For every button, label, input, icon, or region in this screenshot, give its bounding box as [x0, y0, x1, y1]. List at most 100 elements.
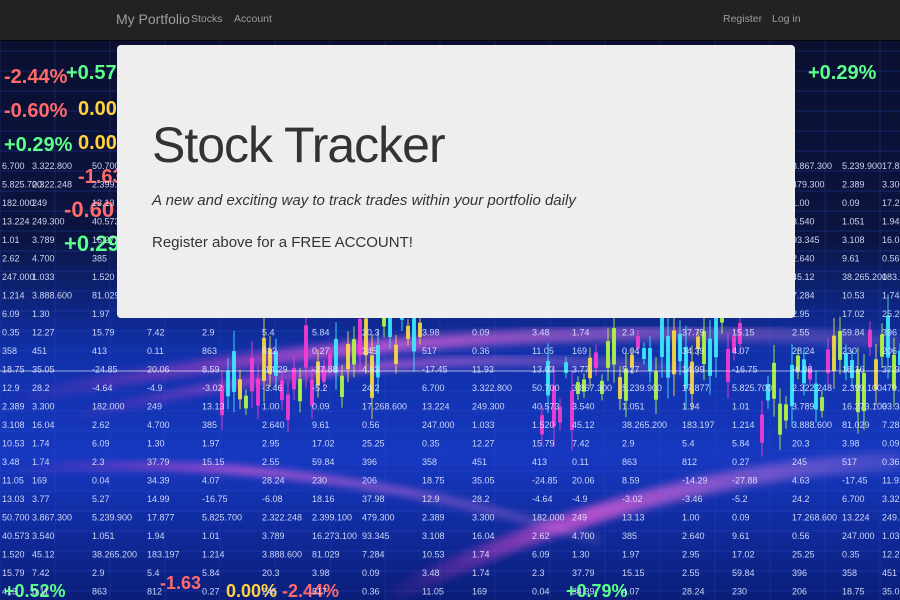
svg-text:14.99: 14.99 — [147, 494, 170, 504]
svg-text:183.197: 183.197 — [682, 420, 715, 430]
svg-text:7.284: 7.284 — [792, 291, 815, 301]
svg-text:249: 249 — [147, 402, 162, 412]
svg-text:1.94: 1.94 — [147, 531, 165, 541]
svg-text:2.3: 2.3 — [532, 568, 545, 578]
svg-text:0.04: 0.04 — [532, 587, 550, 597]
svg-text:17.877: 17.877 — [682, 383, 710, 393]
svg-text:2.55: 2.55 — [792, 328, 810, 338]
svg-text:0.36: 0.36 — [882, 457, 900, 467]
svg-text:7.42: 7.42 — [147, 328, 165, 338]
svg-text:11.05: 11.05 — [422, 587, 444, 597]
svg-text:24.2: 24.2 — [362, 383, 380, 393]
svg-text:2.322.248: 2.322.248 — [792, 383, 832, 393]
svg-text:0.09: 0.09 — [472, 328, 490, 338]
svg-text:249.300: 249.300 — [472, 402, 505, 412]
svg-text:2.3: 2.3 — [622, 328, 635, 338]
svg-text:413: 413 — [532, 457, 547, 467]
svg-text:-16.75: -16.75 — [202, 494, 228, 504]
svg-text:16.04: 16.04 — [32, 420, 55, 430]
svg-text:16.04: 16.04 — [882, 235, 900, 245]
svg-text:-24.85: -24.85 — [92, 365, 118, 375]
svg-text:1.74: 1.74 — [472, 550, 490, 560]
svg-text:93.345: 93.345 — [882, 402, 900, 412]
svg-text:-3.46: -3.46 — [262, 383, 283, 393]
svg-text:249: 249 — [32, 198, 47, 208]
svg-text:3.48: 3.48 — [532, 328, 550, 338]
svg-text:2.399.100: 2.399.100 — [312, 513, 352, 523]
page-title: Stock Tracker — [152, 117, 446, 173]
svg-text:3.108: 3.108 — [842, 235, 865, 245]
svg-text:81.029: 81.029 — [842, 420, 870, 430]
svg-text:385: 385 — [622, 531, 637, 541]
svg-text:5.84: 5.84 — [732, 439, 750, 449]
svg-text:12.27: 12.27 — [472, 439, 495, 449]
svg-text:1.74: 1.74 — [882, 291, 900, 301]
svg-text:3.108: 3.108 — [422, 531, 445, 541]
svg-text:230: 230 — [842, 346, 857, 356]
nav-link-stocks[interactable]: Stocks — [191, 13, 223, 25]
svg-text:1.97: 1.97 — [92, 309, 110, 319]
svg-text:479.300: 479.300 — [792, 180, 825, 190]
svg-text:50.700: 50.700 — [2, 513, 30, 523]
svg-text:6.09: 6.09 — [92, 439, 110, 449]
svg-text:2.322.248: 2.322.248 — [32, 180, 72, 190]
svg-text:-17.45: -17.45 — [422, 365, 448, 375]
svg-text:13.224: 13.224 — [842, 513, 870, 523]
svg-text:7.42: 7.42 — [32, 568, 50, 578]
svg-text:35.05: 35.05 — [32, 365, 55, 375]
svg-text:28.2: 28.2 — [472, 494, 490, 504]
svg-text:-3.46: -3.46 — [682, 494, 703, 504]
svg-text:2.389: 2.389 — [842, 180, 865, 190]
svg-text:+0.29%: +0.29% — [808, 62, 877, 84]
svg-text:17.02: 17.02 — [312, 439, 335, 449]
svg-text:2.62: 2.62 — [2, 254, 20, 264]
svg-text:15.15: 15.15 — [732, 328, 755, 338]
svg-text:-6.08: -6.08 — [792, 365, 813, 375]
svg-text:2.3: 2.3 — [92, 457, 105, 467]
svg-text:12.27: 12.27 — [32, 328, 55, 338]
svg-text:451: 451 — [882, 568, 897, 578]
svg-text:37.98: 37.98 — [882, 365, 900, 375]
svg-text:20.06: 20.06 — [147, 365, 170, 375]
svg-text:15.15: 15.15 — [202, 457, 225, 467]
svg-text:0.00: 0.00 — [78, 132, 117, 154]
svg-text:1.74: 1.74 — [472, 568, 490, 578]
svg-text:0.09: 0.09 — [312, 402, 330, 412]
brand-link[interactable]: My Portfolio — [116, 11, 190, 27]
svg-text:16.273.100: 16.273.100 — [312, 531, 357, 541]
svg-text:182.000: 182.000 — [532, 513, 565, 523]
svg-text:413: 413 — [2, 587, 17, 597]
svg-text:5.825.700: 5.825.700 — [202, 513, 242, 523]
svg-text:0.09: 0.09 — [842, 198, 860, 208]
nav-link-login[interactable]: Log in — [772, 13, 801, 25]
svg-text:4.07: 4.07 — [202, 476, 220, 486]
svg-text:10.53: 10.53 — [2, 439, 25, 449]
svg-text:5.4: 5.4 — [147, 568, 160, 578]
nav-link-account[interactable]: Account — [234, 13, 272, 25]
svg-text:0.09: 0.09 — [882, 439, 900, 449]
svg-text:17.02: 17.02 — [842, 309, 865, 319]
svg-text:+0.57: +0.57 — [66, 62, 117, 84]
svg-text:-4.64: -4.64 — [92, 383, 113, 393]
svg-text:358: 358 — [422, 457, 437, 467]
svg-text:93.345: 93.345 — [792, 235, 820, 245]
svg-text:34.39: 34.39 — [147, 476, 170, 486]
svg-text:1.033: 1.033 — [32, 272, 55, 282]
svg-text:0.04: 0.04 — [622, 346, 640, 356]
svg-text:0.27: 0.27 — [312, 346, 330, 356]
svg-text:8.59: 8.59 — [202, 365, 220, 375]
svg-text:2.9: 2.9 — [622, 439, 635, 449]
svg-text:20.3: 20.3 — [362, 328, 380, 338]
svg-text:13.03: 13.03 — [2, 494, 25, 504]
svg-text:1.01: 1.01 — [2, 235, 20, 245]
svg-text:3.300: 3.300 — [32, 402, 55, 412]
svg-text:3.322.800: 3.322.800 — [882, 494, 900, 504]
svg-text:5.27: 5.27 — [92, 494, 110, 504]
top-navbar: My Portfolio Stocks Account Register Log… — [0, 0, 900, 41]
svg-text:0.11: 0.11 — [32, 587, 49, 597]
svg-text:863: 863 — [622, 457, 637, 467]
svg-text:385: 385 — [92, 254, 107, 264]
svg-text:3.789: 3.789 — [792, 402, 815, 412]
nav-link-register[interactable]: Register — [723, 13, 762, 25]
svg-text:3.888.600: 3.888.600 — [32, 291, 72, 301]
